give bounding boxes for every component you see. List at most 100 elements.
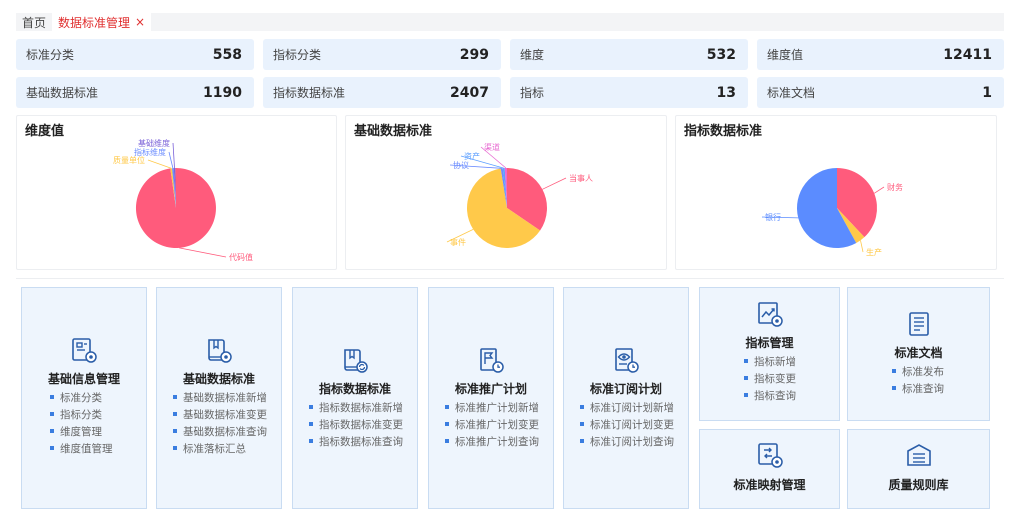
card-link[interactable]: 基础数据标准查询 bbox=[173, 424, 267, 441]
pie-label-line bbox=[168, 151, 174, 169]
card-link[interactable]: 指标数据标准新增 bbox=[309, 400, 403, 417]
pie-slice-label: 财务 bbox=[887, 182, 903, 192]
card-link-label: 标准落标汇总 bbox=[183, 443, 246, 455]
eye-clock-icon bbox=[615, 348, 639, 373]
card-title: 质量规则库 bbox=[888, 478, 949, 492]
card-link-label: 维度管理 bbox=[60, 426, 102, 438]
card-title: 标准推广计划 bbox=[454, 382, 527, 396]
chart-panel-basic-standard: 基础数据标准 当事人 事件 协议 资产 渠道 bbox=[345, 115, 667, 270]
card-link[interactable]: 标准订阅计划查询 bbox=[580, 434, 674, 451]
document-icon bbox=[908, 312, 929, 336]
card-link[interactable]: 指标数据标准查询 bbox=[309, 434, 403, 451]
card-basic-data-standard[interactable]: 基础数据标准 基础数据标准新增 基础数据标准变更 基础数据标准查询 标准落标汇总 bbox=[156, 287, 282, 509]
stat-card: 标准分类 558 bbox=[16, 39, 254, 70]
card-link[interactable]: 维度值管理 bbox=[50, 441, 113, 458]
card-link-label: 指标变更 bbox=[754, 373, 796, 385]
card-link-label: 指标查询 bbox=[754, 390, 796, 402]
pie-label-line bbox=[860, 240, 864, 253]
stat-value: 1 bbox=[982, 84, 992, 101]
stat-card: 维度 532 bbox=[510, 39, 748, 70]
card-link[interactable]: 指标查询 bbox=[744, 388, 796, 405]
stat-label: 维度 bbox=[520, 48, 545, 62]
card-links: 标准分类 指标分类 维度管理 维度值管理 bbox=[50, 390, 113, 458]
pie-chart: 代码值质量单位指标维度基础维度 bbox=[113, 138, 253, 262]
card-title: 基础数据标准 bbox=[182, 372, 255, 386]
card-link[interactable]: 标准订阅计划新增 bbox=[580, 400, 674, 417]
chart-panel-dimension-values: 维度值 代码值 质量单位 指标维度 基础维度 bbox=[16, 115, 337, 270]
pie-label-line bbox=[172, 142, 175, 169]
book-gear-icon bbox=[208, 339, 232, 363]
card-link[interactable]: 指标新增 bbox=[744, 354, 796, 371]
card-link[interactable]: 基础数据标准变更 bbox=[173, 407, 267, 424]
card-indicator-data-standard[interactable]: 指标数据标准 指标数据标准新增 指标数据标准变更 指标数据标准查询 bbox=[292, 287, 418, 509]
mapping-gear-icon bbox=[757, 443, 783, 468]
card-title: 基础信息管理 bbox=[47, 372, 120, 386]
pie-label-line bbox=[873, 186, 885, 194]
stat-value: 2407 bbox=[450, 84, 489, 101]
stat-card: 标准文档 1 bbox=[757, 77, 1004, 108]
pie-label-line bbox=[179, 247, 227, 258]
function-cards-area: 基础信息管理 标准分类 指标分类 维度管理 维度值管理 基础数据标准 基础数据标… bbox=[16, 278, 1004, 514]
card-link-label: 指标数据标准变更 bbox=[319, 419, 403, 431]
card-standard-mapping-management[interactable]: 标准映射管理 bbox=[699, 429, 840, 509]
stat-label: 指标 bbox=[520, 86, 545, 100]
stat-label: 指标数据标准 bbox=[273, 86, 346, 100]
tab-bar: 首页 数据标准管理 × bbox=[16, 13, 1004, 31]
card-links: 标准发布 标准查询 bbox=[892, 364, 944, 398]
stat-value: 532 bbox=[706, 46, 736, 63]
card-link-label: 基础数据标准新增 bbox=[183, 392, 267, 404]
card-link[interactable]: 标准落标汇总 bbox=[173, 441, 267, 458]
pie-label-line bbox=[542, 177, 567, 190]
card-link[interactable]: 基础数据标准新增 bbox=[173, 390, 267, 407]
card-link-label: 标准分类 bbox=[60, 392, 102, 404]
card-links: 标准推广计划新增 标准推广计划变更 标准推广计划查询 bbox=[445, 400, 539, 451]
card-standard-promotion-plan[interactable]: 标准推广计划 标准推广计划新增 标准推广计划变更 标准推广计划查询 bbox=[428, 287, 554, 509]
stat-card: 维度值 12411 bbox=[757, 39, 1004, 70]
card-link-label: 基础数据标准查询 bbox=[183, 426, 267, 438]
card-link-label: 指标分类 bbox=[60, 409, 102, 421]
card-link-label: 标准订阅计划查询 bbox=[590, 436, 674, 448]
book-refresh-icon bbox=[344, 349, 368, 373]
tab-data-standard-label: 数据标准管理 bbox=[58, 15, 131, 30]
pie-slice-label: 指标维度 bbox=[134, 147, 166, 157]
pie-slice-label: 协议 bbox=[453, 160, 469, 170]
stat-label: 指标分类 bbox=[273, 48, 322, 62]
card-link-label: 标准订阅计划变更 bbox=[590, 419, 674, 431]
close-icon[interactable]: × bbox=[135, 15, 145, 29]
card-link-label: 标准查询 bbox=[902, 383, 944, 395]
stat-label: 基础数据标准 bbox=[26, 86, 99, 100]
card-link[interactable]: 指标变更 bbox=[744, 371, 796, 388]
card-indicator-management[interactable]: 指标管理 指标新增 指标变更 指标查询 bbox=[699, 287, 840, 421]
card-link[interactable]: 指标分类 bbox=[50, 407, 113, 424]
card-link[interactable]: 标准分类 bbox=[50, 390, 113, 407]
card-link[interactable]: 指标数据标准变更 bbox=[309, 417, 403, 434]
stat-card: 基础数据标准 1190 bbox=[16, 77, 254, 108]
card-link[interactable]: 标准推广计划变更 bbox=[445, 417, 539, 434]
card-quality-rule-library[interactable]: 质量规则库 bbox=[847, 429, 990, 509]
card-standard-documents[interactable]: 标准文档 标准发布 标准查询 bbox=[847, 287, 990, 421]
pie-slice-label: 事件 bbox=[450, 237, 466, 247]
card-basic-info-management[interactable]: 基础信息管理 标准分类 指标分类 维度管理 维度值管理 bbox=[21, 287, 147, 509]
card-link[interactable]: 标准查询 bbox=[892, 381, 944, 398]
card-link[interactable]: 标准推广计划查询 bbox=[445, 434, 539, 451]
card-link[interactable]: 标准发布 bbox=[892, 364, 944, 381]
flag-clock-icon bbox=[480, 348, 504, 373]
stat-value: 1190 bbox=[203, 84, 242, 101]
card-link-label: 维度值管理 bbox=[60, 443, 113, 455]
chart-panel-indicator-standard: 指标数据标准 财务 生产 银行 bbox=[675, 115, 997, 270]
stat-card: 指标分类 299 bbox=[263, 39, 501, 70]
tab-data-standard[interactable]: 数据标准管理 × bbox=[52, 13, 152, 31]
card-links: 指标数据标准新增 指标数据标准变更 指标数据标准查询 bbox=[309, 400, 403, 451]
card-link[interactable]: 维度管理 bbox=[50, 424, 113, 441]
card-link[interactable]: 标准推广计划新增 bbox=[445, 400, 539, 417]
pie-slice[interactable] bbox=[135, 168, 216, 249]
card-standard-subscription-plan[interactable]: 标准订阅计划 标准订阅计划新增 标准订阅计划变更 标准订阅计划查询 bbox=[563, 287, 689, 509]
stat-label: 标准分类 bbox=[26, 48, 75, 62]
card-link-label: 标准订阅计划新增 bbox=[590, 402, 674, 414]
card-link-label: 标准推广计划查询 bbox=[455, 436, 539, 448]
tab-home[interactable]: 首页 bbox=[16, 13, 52, 31]
pie-slice-label: 代码值 bbox=[229, 252, 253, 262]
card-title: 标准订阅计划 bbox=[589, 382, 662, 396]
card-link[interactable]: 标准订阅计划变更 bbox=[580, 417, 674, 434]
stat-label: 标准文档 bbox=[767, 86, 816, 100]
